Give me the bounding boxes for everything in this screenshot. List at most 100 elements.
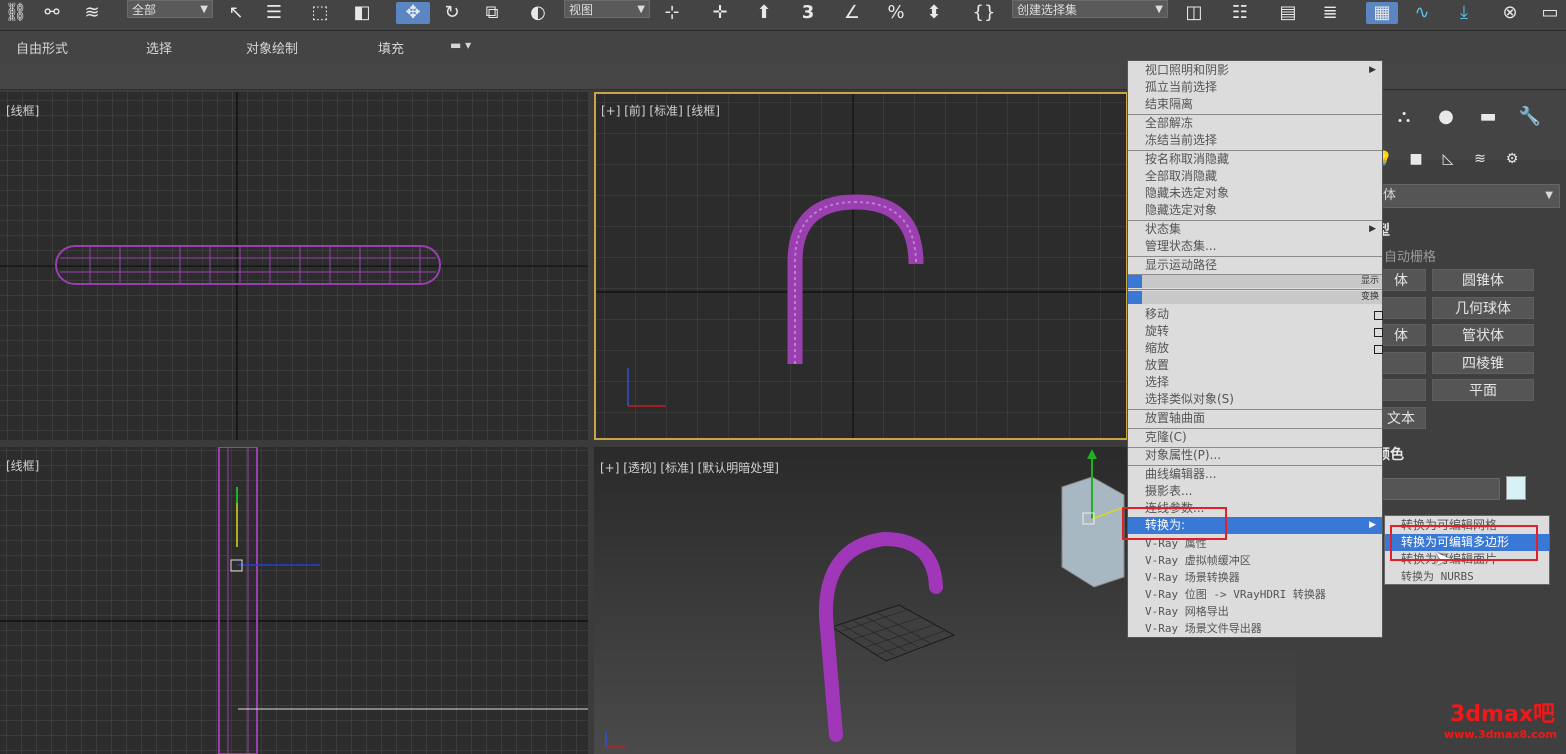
menu-item-vray-scene-export[interactable]: V-Ray 场景文件导出器 [1128,620,1382,637]
menu-item-rotate[interactable]: 旋转 [1128,323,1382,340]
select-and-scale-icon[interactable]: ⧉ [480,2,504,24]
object-type-rollout-title[interactable]: 型 [1376,220,1554,240]
menu-item-scale[interactable]: 缩放 [1128,340,1382,357]
utilities-tab-icon[interactable]: 🔧 [1518,106,1542,128]
menu-item-place-pivot-surface[interactable]: 放置轴曲面 [1128,410,1382,427]
menu-item-viewport-lighting[interactable]: 视口照明和阴影 ▶ [1128,62,1382,79]
menu-item-end-isolate[interactable]: 结束隔离 [1128,96,1382,113]
menu-item-curve-editor[interactable]: 曲线编辑器... [1128,466,1382,483]
select-object-icon[interactable]: ↖ [224,2,248,24]
toggle-layer-icon[interactable]: ≣ [1318,2,1342,24]
spinner-snap-icon[interactable]: ⬍ [922,2,946,24]
selection-region-icon[interactable]: ⬚ [308,2,332,24]
window-crossing-icon[interactable]: ◧ [350,2,374,24]
render-setup-icon[interactable]: ▭ [1538,2,1562,24]
viewport-left-label[interactable]: [线框] [6,457,39,474]
reference-coordinate-dropdown[interactable]: 视图 ▼ [564,0,650,18]
menu-item-unfreeze-all[interactable]: 全部解冻 [1128,115,1382,132]
schematic-view-icon[interactable]: ⤓ [1452,2,1476,24]
primitive-button-geosphere[interactable]: 几何球体 [1432,297,1534,319]
menu-item-vray-bitmap-converter[interactable]: V-Ray 位图 -> VRayHDRI 转换器 [1128,586,1382,603]
layer-explorer-icon[interactable]: ▤ [1276,2,1300,24]
menu-item-vray-mesh-export[interactable]: V-Ray 网格导出 [1128,603,1382,620]
menu-item-move[interactable]: 移动 [1128,306,1382,323]
tab-selection[interactable]: 选择 [146,38,172,57]
helpers-icon[interactable]: ◺ [1436,148,1460,170]
viewport-top[interactable]: [线框] [0,92,588,440]
bind-spacewarp-icon[interactable]: ≋ [80,2,104,24]
motion-tab-icon[interactable]: ● [1434,106,1458,128]
primitive-button-box[interactable]: 体 [1376,269,1426,291]
object-category-dropdown[interactable]: 体 ▼ [1376,184,1560,208]
menu-item-isolate-selection[interactable]: 孤立当前选择 [1128,79,1382,96]
select-by-name-icon[interactable]: ☰ [262,2,286,24]
menu-item-dope-sheet[interactable]: 摄影表... [1128,483,1382,500]
edit-named-selection-icon[interactable]: {} [972,2,996,24]
primitive-button-teapot[interactable] [1376,379,1426,401]
viewport-perspective-label[interactable]: [+] [透视] [标准] [默认明暗处理] [600,459,779,476]
tab-object-paint[interactable]: 对象绘制 [246,38,298,57]
menu-item-display-trajectory[interactable]: 显示运动路径 [1128,257,1382,274]
menu-item-hide-selection[interactable]: 隐藏选定对象 [1128,202,1382,219]
menu-item-unhide-all[interactable]: 全部取消隐藏 [1128,168,1382,185]
primitive-button-cylinder[interactable]: 体 [1376,324,1426,346]
menu-item-vray-frame-buffer[interactable]: V-Ray 虚拟帧缓冲区 [1128,552,1382,569]
curve-editor-icon[interactable]: ∿ [1410,2,1434,24]
menu-item-vray-scene-converter[interactable]: V-Ray 场景转换器 [1128,569,1382,586]
menu-item-freeze-selection[interactable]: 冻结当前选择 [1128,132,1382,149]
select-and-place-icon[interactable]: ◐ [526,2,550,24]
link-icon[interactable]: ⛓ [4,2,28,24]
keyboard-shortcut-icon[interactable]: ⬆ [752,2,776,24]
tab-populate[interactable]: 填充 [378,38,404,57]
menu-item-clone[interactable]: 克隆(C) [1128,429,1382,446]
select-and-move-icon[interactable]: ✥ [396,2,430,24]
material-editor-icon[interactable]: ⊗ [1498,2,1522,24]
menu-item-state-sets[interactable]: 状态集 ▶ [1128,221,1382,238]
viewport-front-grid [596,94,1126,438]
selection-filter-dropdown[interactable]: 全部 ▼ [127,0,213,18]
named-selection-dropdown[interactable]: 创建选择集 ▼ [1012,0,1168,18]
scale-settings-box[interactable] [1374,345,1383,354]
align-icon[interactable]: ☷ [1228,2,1252,24]
ribbon-toggle-icon[interactable]: ▦ [1366,2,1398,24]
viewport-front-label[interactable]: [+] [前] [标准] [线框] [601,102,720,119]
menu-item-place[interactable]: 放置 [1128,357,1382,374]
viewport-front[interactable]: [+] [前] [标准] [线框] [594,92,1128,440]
primitive-button-tube[interactable]: 管状体 [1432,324,1534,346]
systems-icon[interactable]: ⚙ [1500,148,1524,170]
ribbon-options-icon[interactable]: ▬ ▾ [450,38,471,52]
menu-item-object-properties[interactable]: 对象属性(P)... [1128,447,1382,464]
menu-item-select[interactable]: 选择 [1128,374,1382,391]
submenu-item-nurbs[interactable]: 转换为 NURBS [1385,568,1549,585]
viewport-left[interactable]: [线框] [0,447,588,754]
menu-item-select-similar[interactable]: 选择类似对象(S) [1128,391,1382,408]
move-settings-box[interactable] [1374,311,1383,320]
pivot-center-icon[interactable]: ⊹ [660,2,684,24]
rotate-settings-box[interactable] [1374,328,1383,337]
select-and-rotate-icon[interactable]: ↻ [440,2,464,24]
angle-snap-icon[interactable]: ∠ [840,2,864,24]
autogrid-label[interactable]: 自动栅格 [1384,246,1436,265]
display-tab-icon[interactable]: ▬ [1476,106,1500,128]
primitive-button-torus[interactable] [1376,352,1426,374]
mirror-icon[interactable]: ◫ [1182,2,1206,24]
primitive-button-text[interactable]: 文本 [1376,407,1426,429]
primitive-button-plane[interactable]: 平面 [1432,379,1534,401]
percent-snap-icon[interactable]: % [884,2,908,24]
snaps-toggle-icon[interactable]: 3 [796,2,820,24]
unlink-icon[interactable]: ⚯ [40,2,64,24]
menu-item-unhide-by-name[interactable]: 按名称取消隐藏 [1128,151,1382,168]
cameras-icon[interactable]: ■ [1404,148,1428,170]
primitive-button-cone[interactable]: 圆锥体 [1432,269,1534,291]
spacewarps-icon[interactable]: ≋ [1468,148,1492,170]
menu-item-manage-state-sets[interactable]: 管理状态集... [1128,238,1382,255]
primitive-button-pyramid[interactable]: 四棱锥 [1432,352,1534,374]
tab-freeform[interactable]: 自由形式 [16,38,68,57]
select-manipulate-icon[interactable]: ✛ [708,2,732,24]
object-name-input[interactable] [1376,478,1500,500]
hierarchy-tab-icon[interactable]: ⛬ [1392,106,1416,128]
viewport-top-label[interactable]: [线框] [6,102,39,119]
menu-item-hide-unselected[interactable]: 隐藏未选定对象 [1128,185,1382,202]
object-color-swatch[interactable] [1506,476,1526,500]
primitive-button-sphere[interactable] [1376,297,1426,319]
